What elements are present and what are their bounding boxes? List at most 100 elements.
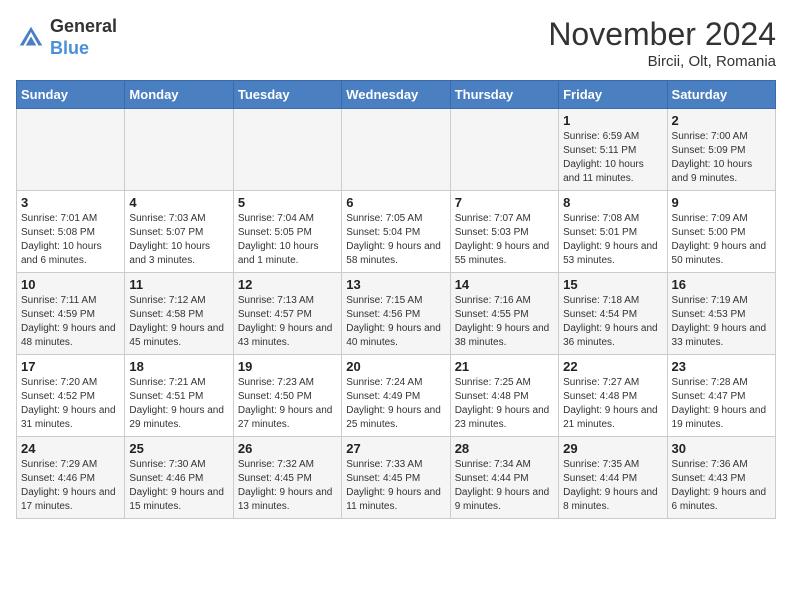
calendar-cell: 27 Sunrise: 7:33 AMSunset: 4:45 PMDayligh…	[342, 437, 450, 519]
calendar-cell: 3 Sunrise: 7:01 AMSunset: 5:08 PMDaylight…	[17, 191, 125, 273]
title-block: November 2024 Bircii, Olt, Romania	[548, 16, 776, 70]
day-info: Sunrise: 7:09 AMSunset: 5:00 PMDaylight:…	[672, 212, 771, 268]
weekday-header-thursday: Thursday	[450, 81, 558, 109]
day-info: Sunrise: 7:30 AMSunset: 4:46 PMDaylight:…	[129, 458, 228, 514]
calendar-cell: 23 Sunrise: 7:28 AMSunset: 4:47 PMDayligh…	[667, 355, 775, 437]
day-info: Sunrise: 7:00 AMSunset: 5:09 PMDaylight:…	[672, 130, 771, 186]
day-number: 10	[21, 277, 120, 292]
calendar-cell: 11 Sunrise: 7:12 AMSunset: 4:58 PMDayligh…	[125, 273, 233, 355]
calendar-cell: 6 Sunrise: 7:05 AMSunset: 5:04 PMDaylight…	[342, 191, 450, 273]
day-number: 6	[346, 195, 445, 210]
calendar-cell: 22Sunrise: 7:27 AMSunset: 4:48 PMDayligh…	[559, 355, 667, 437]
day-info: Sunrise: 7:03 AMSunset: 5:07 PMDaylight:…	[129, 212, 228, 268]
logo-general: General	[50, 16, 117, 38]
day-number: 28	[455, 441, 554, 456]
day-info: Sunrise: 7:36 AMSunset: 4:43 PMDaylight:…	[672, 458, 771, 514]
day-info: Sunrise: 7:25 AMSunset: 4:48 PMDaylight:…	[455, 376, 554, 432]
day-number: 24	[21, 441, 120, 456]
day-info: Sunrise: 7:01 AMSunset: 5:08 PMDaylight:…	[21, 212, 120, 268]
calendar-cell	[17, 109, 125, 191]
calendar-cell	[342, 109, 450, 191]
day-number: 12	[238, 277, 337, 292]
calendar-cell: 9 Sunrise: 7:09 AMSunset: 5:00 PMDaylight…	[667, 191, 775, 273]
calendar-cell	[125, 109, 233, 191]
day-info: Sunrise: 7:04 AMSunset: 5:05 PMDaylight:…	[238, 212, 337, 268]
logo: General Blue	[16, 16, 117, 59]
calendar-cell: 1 Sunrise: 6:59 AMSunset: 5:11 PMDaylight…	[559, 109, 667, 191]
day-info: Sunrise: 7:11 AMSunset: 4:59 PMDaylight:…	[21, 294, 120, 350]
day-number: 11	[129, 277, 228, 292]
day-number: 9	[672, 195, 771, 210]
day-number: 17	[21, 359, 120, 374]
calendar-cell: 25 Sunrise: 7:30 AMSunset: 4:46 PMDayligh…	[125, 437, 233, 519]
weekday-header-tuesday: Tuesday	[233, 81, 341, 109]
calendar-cell: 2 Sunrise: 7:00 AMSunset: 5:09 PMDaylight…	[667, 109, 775, 191]
day-number: 2	[672, 113, 771, 128]
calendar-cell: 20 Sunrise: 7:24 AMSunset: 4:49 PMDayligh…	[342, 355, 450, 437]
day-info: Sunrise: 7:23 AMSunset: 4:50 PMDaylight:…	[238, 376, 337, 432]
calendar-cell	[450, 109, 558, 191]
location-subtitle: Bircii, Olt, Romania	[548, 53, 776, 70]
day-info: Sunrise: 7:28 AMSunset: 4:47 PMDaylight:…	[672, 376, 771, 432]
day-number: 20	[346, 359, 445, 374]
day-number: 29	[563, 441, 662, 456]
day-info: Sunrise: 7:20 AMSunset: 4:52 PMDaylight:…	[21, 376, 120, 432]
weekday-header-friday: Friday	[559, 81, 667, 109]
day-number: 18	[129, 359, 228, 374]
day-number: 25	[129, 441, 228, 456]
weekday-row: SundayMondayTuesdayWednesdayThursdayFrid…	[17, 81, 776, 109]
calendar-cell: 10 Sunrise: 7:11 AMSunset: 4:59 PMDayligh…	[17, 273, 125, 355]
day-number: 8	[563, 195, 662, 210]
calendar-cell: 19 Sunrise: 7:23 AMSunset: 4:50 PMDayligh…	[233, 355, 341, 437]
day-info: Sunrise: 7:18 AMSunset: 4:54 PMDaylight:…	[563, 294, 662, 350]
day-number: 23	[672, 359, 771, 374]
calendar-header: SundayMondayTuesdayWednesdayThursdayFrid…	[17, 81, 776, 109]
calendar-cell	[233, 109, 341, 191]
calendar-cell: 16 Sunrise: 7:19 AMSunset: 4:53 PMDayligh…	[667, 273, 775, 355]
calendar-cell: 13Sunrise: 7:15 AMSunset: 4:56 PMDayligh…	[342, 273, 450, 355]
calendar-week-1: 1 Sunrise: 6:59 AMSunset: 5:11 PMDaylight…	[17, 109, 776, 191]
day-info: Sunrise: 7:32 AMSunset: 4:45 PMDaylight:…	[238, 458, 337, 514]
calendar-cell: 15 Sunrise: 7:18 AMSunset: 4:54 PMDayligh…	[559, 273, 667, 355]
day-info: Sunrise: 7:35 AMSunset: 4:44 PMDaylight:…	[563, 458, 662, 514]
calendar-cell: 5 Sunrise: 7:04 AMSunset: 5:05 PMDaylight…	[233, 191, 341, 273]
day-number: 30	[672, 441, 771, 456]
calendar-week-3: 10 Sunrise: 7:11 AMSunset: 4:59 PMDayligh…	[17, 273, 776, 355]
calendar-cell: 8Sunrise: 7:08 AMSunset: 5:01 PMDaylight…	[559, 191, 667, 273]
weekday-header-wednesday: Wednesday	[342, 81, 450, 109]
logo-text: General Blue	[50, 16, 117, 59]
day-info: Sunrise: 7:33 AMSunset: 4:45 PMDaylight:…	[346, 458, 445, 514]
calendar-week-5: 24Sunrise: 7:29 AMSunset: 4:46 PMDayligh…	[17, 437, 776, 519]
logo-blue: Blue	[50, 38, 117, 60]
day-info: Sunrise: 7:12 AMSunset: 4:58 PMDaylight:…	[129, 294, 228, 350]
logo-icon	[16, 23, 46, 53]
calendar-cell: 24Sunrise: 7:29 AMSunset: 4:46 PMDayligh…	[17, 437, 125, 519]
day-number: 19	[238, 359, 337, 374]
day-number: 5	[238, 195, 337, 210]
calendar-cell: 29 Sunrise: 7:35 AMSunset: 4:44 PMDayligh…	[559, 437, 667, 519]
day-number: 13	[346, 277, 445, 292]
day-info: Sunrise: 7:24 AMSunset: 4:49 PMDaylight:…	[346, 376, 445, 432]
page-header: General Blue November 2024 Bircii, Olt, …	[16, 16, 776, 70]
day-info: Sunrise: 7:16 AMSunset: 4:55 PMDaylight:…	[455, 294, 554, 350]
day-number: 27	[346, 441, 445, 456]
day-info: Sunrise: 7:05 AMSunset: 5:04 PMDaylight:…	[346, 212, 445, 268]
day-info: Sunrise: 7:21 AMSunset: 4:51 PMDaylight:…	[129, 376, 228, 432]
calendar-cell: 4 Sunrise: 7:03 AMSunset: 5:07 PMDaylight…	[125, 191, 233, 273]
day-number: 4	[129, 195, 228, 210]
day-info: Sunrise: 7:27 AMSunset: 4:48 PMDaylight:…	[563, 376, 662, 432]
day-info: Sunrise: 6:59 AMSunset: 5:11 PMDaylight:…	[563, 130, 662, 186]
day-number: 16	[672, 277, 771, 292]
day-number: 3	[21, 195, 120, 210]
day-info: Sunrise: 7:19 AMSunset: 4:53 PMDaylight:…	[672, 294, 771, 350]
calendar-cell: 18 Sunrise: 7:21 AMSunset: 4:51 PMDayligh…	[125, 355, 233, 437]
day-number: 15	[563, 277, 662, 292]
day-number: 21	[455, 359, 554, 374]
day-number: 26	[238, 441, 337, 456]
calendar-table: SundayMondayTuesdayWednesdayThursdayFrid…	[16, 80, 776, 519]
calendar-week-2: 3 Sunrise: 7:01 AMSunset: 5:08 PMDaylight…	[17, 191, 776, 273]
calendar-week-4: 17 Sunrise: 7:20 AMSunset: 4:52 PMDayligh…	[17, 355, 776, 437]
day-number: 1	[563, 113, 662, 128]
weekday-header-saturday: Saturday	[667, 81, 775, 109]
calendar-cell: 28Sunrise: 7:34 AMSunset: 4:44 PMDayligh…	[450, 437, 558, 519]
